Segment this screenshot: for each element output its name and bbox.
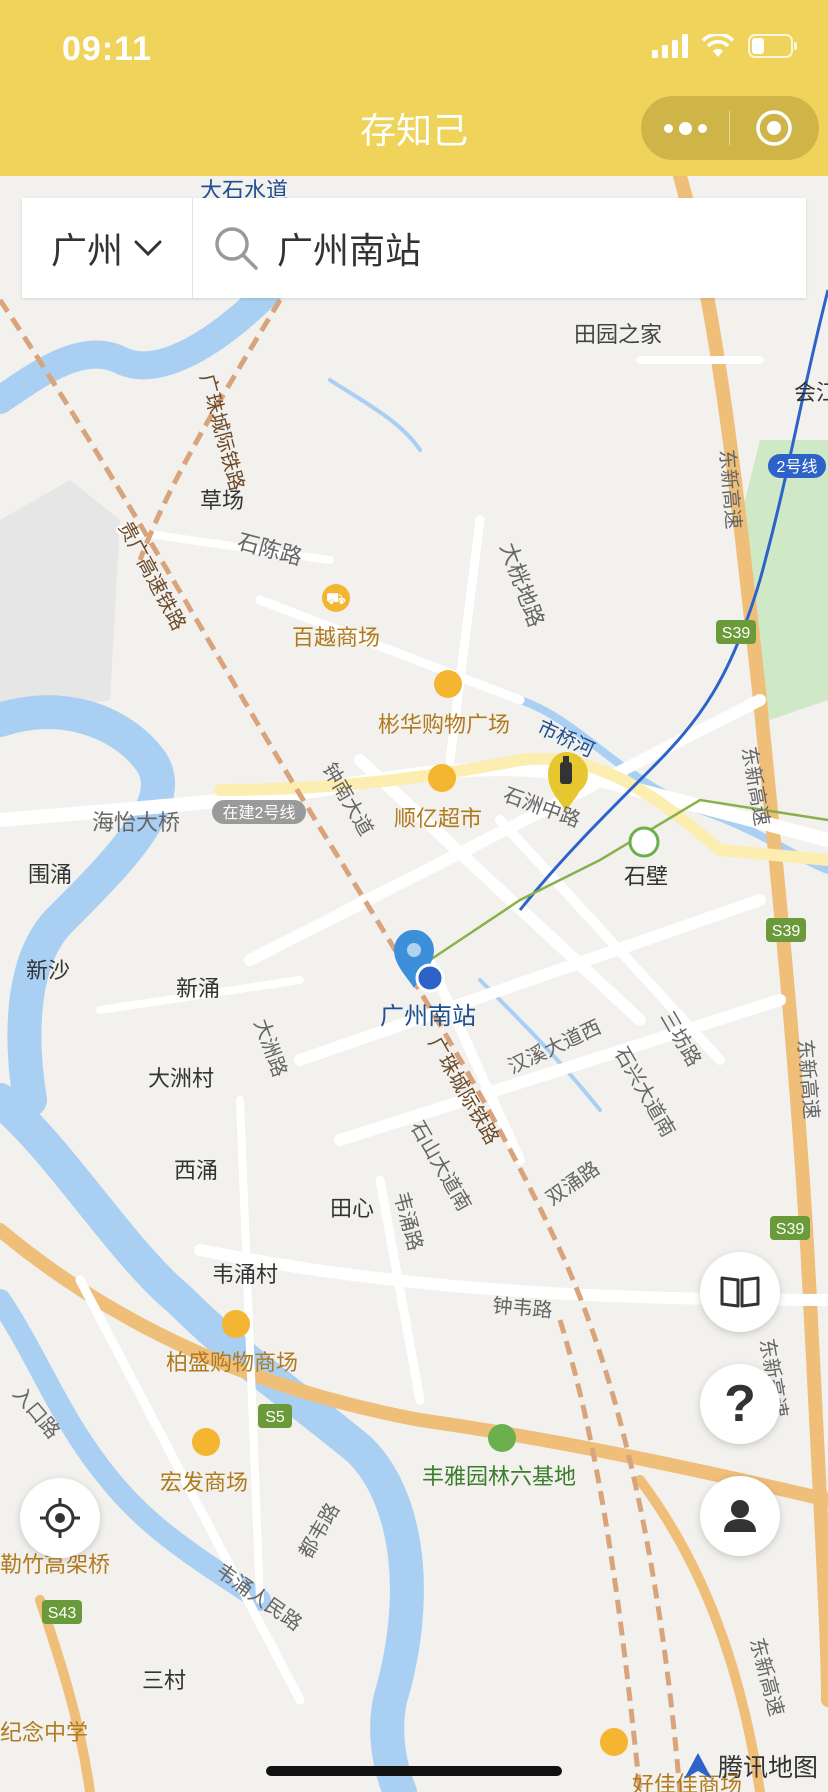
city-label: 广州: [50, 230, 123, 271]
place-label: 新沙: [26, 958, 70, 983]
place-label: 会江: [794, 380, 828, 405]
profile-button[interactable]: [700, 1476, 780, 1556]
svg-text:⛟: ⛟: [326, 591, 346, 608]
close-target-icon: [756, 110, 792, 146]
place-label: 围涌: [28, 862, 72, 887]
user-icon: [724, 1500, 756, 1532]
map-view[interactable]: 在建2号线 2号线 S39 S39 S39 S5 S43 ⛟ 大石水道 田园之家…: [0, 176, 828, 1792]
home-indicator: [266, 1766, 562, 1776]
place-label: 大洲村: [148, 1066, 214, 1091]
s39-badge: S39: [772, 923, 801, 940]
s39-badge: S39: [722, 625, 751, 642]
city-select[interactable]: 广州: [22, 198, 193, 298]
place-label: 石壁: [624, 864, 668, 889]
place-label: 顺亿超市: [394, 806, 482, 831]
help-button[interactable]: ?: [700, 1364, 780, 1444]
locate-button[interactable]: [20, 1478, 100, 1558]
place-label: 纪念中学: [0, 1720, 88, 1745]
s5-badge: S5: [265, 1409, 285, 1426]
status-icons: [652, 34, 798, 58]
miniprogram-capsule: [641, 96, 819, 160]
search-value: 广州南站: [277, 230, 422, 271]
wifi-icon: [702, 34, 734, 57]
place-label: 西涌: [174, 1158, 218, 1183]
s43-badge: S43: [48, 1605, 77, 1622]
search-icon: [215, 227, 258, 270]
question-icon: ?: [724, 1375, 756, 1433]
close-button[interactable]: [730, 109, 818, 147]
battery-icon: [748, 34, 797, 58]
tencent-map-logo-icon: [684, 1753, 712, 1779]
app-header: 09:11 存知己: [0, 0, 828, 176]
metro-building-badge: 在建2号线: [223, 804, 296, 822]
search-bar: 广州 广州南站: [22, 198, 806, 298]
place-label: 田心: [330, 1196, 374, 1221]
place-label: 新涌: [176, 976, 220, 1001]
place-label: 韦涌村: [212, 1262, 278, 1287]
guide-book-button[interactable]: [700, 1252, 780, 1332]
place-label: 田园之家: [574, 322, 662, 347]
watermark-text: 腾讯地图: [718, 1754, 819, 1782]
place-label: 广州南站: [380, 1003, 476, 1030]
place-label: 三村: [142, 1668, 186, 1693]
place-label: 百越商场: [292, 625, 380, 650]
book-icon: [720, 1276, 760, 1308]
map-watermark: 腾讯地图: [682, 1748, 818, 1784]
signal-icon: [652, 34, 688, 58]
place-label: 草场: [200, 488, 244, 513]
place-label: 丰雅园林六基地: [422, 1464, 576, 1489]
more-button[interactable]: [641, 121, 729, 135]
chevron-down-icon: [134, 240, 162, 257]
search-input[interactable]: 广州南站: [193, 222, 806, 274]
s39-badge: S39: [776, 1221, 805, 1238]
place-label: 柏盛购物商场: [166, 1350, 298, 1375]
place-label: 宏发商场: [160, 1470, 248, 1495]
map-canvas[interactable]: 在建2号线 2号线 S39 S39 S39 S5 S43 ⛟ 大石水道 田园之家…: [0, 176, 828, 1792]
locate-icon: [40, 1498, 80, 1538]
place-label: 海怡大桥: [92, 810, 180, 835]
metro-line-badge: 2号线: [777, 458, 818, 476]
place-label: 彬华购物广场: [378, 712, 510, 737]
status-time: 09:11: [62, 30, 153, 68]
